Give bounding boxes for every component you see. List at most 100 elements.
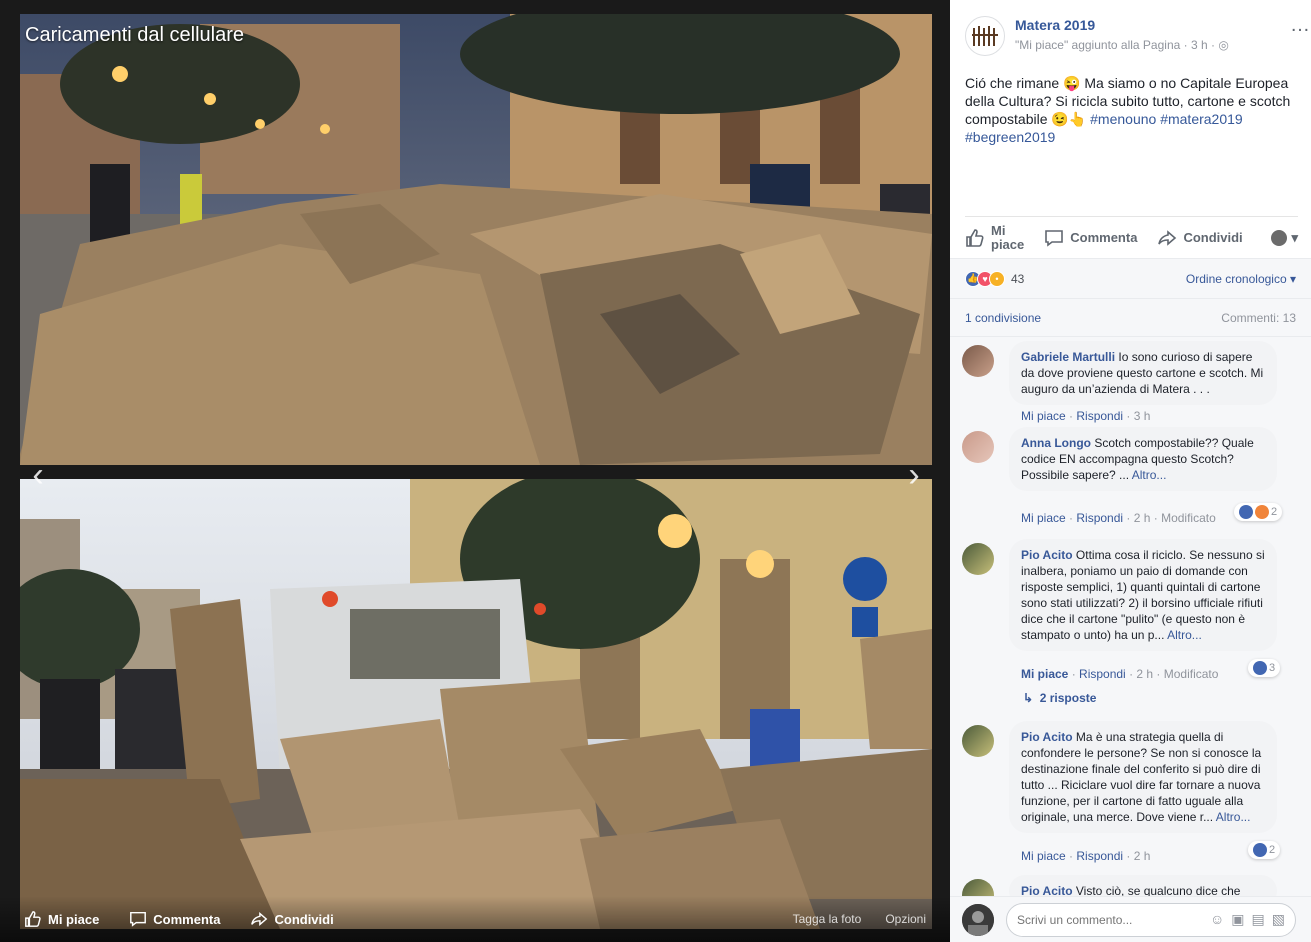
comment-author[interactable]: Pio Acito <box>1021 884 1073 896</box>
photo-like-button[interactable]: Mi piace <box>24 910 99 928</box>
comment-time: · 3 h <box>1123 409 1151 423</box>
comment-input-box[interactable]: ☺ ▣ ▤ ▧ <box>1006 902 1296 937</box>
post-header: Matera 2019 "Mi piace" aggiunto alla Pag… <box>965 14 1310 64</box>
options-link[interactable]: Opzioni <box>885 912 926 926</box>
post-comment-button[interactable]: Commenta <box>1044 228 1137 248</box>
comment-actions: Mi piace · Rispondi · 2 h <box>1021 849 1151 863</box>
photo-garbage-truck[interactable] <box>20 479 932 929</box>
comment-actions: Mi piace · Rispondi · 3 h <box>1021 409 1151 423</box>
reply-arrow-icon: ↳ <box>1023 691 1034 705</box>
camera-icon[interactable]: ▣ <box>1231 911 1244 928</box>
comment-like-link[interactable]: Mi piace <box>1021 409 1066 423</box>
previous-photo-arrow-icon[interactable]: ‹ <box>18 450 58 500</box>
comment-composer: ☺ ▣ ▤ ▧ <box>950 896 1311 942</box>
comment-actions: Mi piace · Rispondi · 2 h · Modificato <box>1021 667 1219 681</box>
page-avatar[interactable] <box>965 16 1005 56</box>
post-like-label: Mi piace <box>991 222 1025 252</box>
page-name[interactable]: Matera 2019 <box>1015 17 1095 33</box>
comment-reply-link[interactable]: Rispondi <box>1076 849 1123 863</box>
comments-count: Commenti: 13 <box>1221 310 1296 325</box>
comment-like-link[interactable]: Mi piace <box>1021 667 1068 681</box>
like-reaction-icon <box>1253 843 1267 857</box>
comment-order-dropdown[interactable]: Ordine cronologico ▾ <box>1186 272 1296 286</box>
comment-author[interactable]: Gabriele Martulli <box>1021 350 1115 364</box>
see-more-link[interactable]: Altro... <box>1167 628 1202 642</box>
post-share-button[interactable]: Condividi <box>1157 228 1243 248</box>
comment-actions: Mi piace · Rispondi · 2 h · Modificato <box>1021 511 1216 525</box>
comment-time: · 2 h · <box>1123 511 1162 525</box>
comment-bubble: Pio Acito Ma è una strategia quella di c… <box>1009 721 1277 833</box>
view-replies-link[interactable]: ↳ 2 risposte <box>1023 691 1096 705</box>
comment-reply-link[interactable]: Rispondi <box>1076 409 1123 423</box>
thumbs-up-icon <box>966 228 984 247</box>
post-like-label-line1: Mi <box>991 222 1006 238</box>
post-comment-label: Commenta <box>1070 230 1138 245</box>
reactions-count[interactable]: 43 <box>1011 272 1024 286</box>
post-like-label-line2: piace <box>991 236 1025 252</box>
photo-action-bar: Mi piace Commenta Condividi Tagga la fot… <box>0 896 950 942</box>
photo-like-label: Mi piace <box>48 911 100 927</box>
comment-like-link[interactable]: Mi piace <box>1021 849 1066 863</box>
mini-avatar <box>1271 229 1288 246</box>
album-title: Caricamenti dal cellulare <box>25 24 244 46</box>
emoji-icon[interactable]: ☺ <box>1210 911 1224 928</box>
share-bar: 1 condivisione Commenti: 13 <box>950 298 1311 336</box>
comment-bubble: Pio Acito Visto ciò, se qualcuno dice ch… <box>1009 875 1277 896</box>
profile-photo <box>962 903 994 936</box>
post-text: Ció che rimane 😜 Ma siamo o no Capitale … <box>965 74 1300 146</box>
photo-image <box>20 479 932 929</box>
commenter-avatar[interactable] <box>962 879 994 896</box>
shares-count-link[interactable]: 1 condivisione <box>965 311 1041 325</box>
comment-reply-link[interactable]: Rispondi <box>1076 511 1123 525</box>
share-icon <box>251 912 268 926</box>
commenter-avatar[interactable] <box>962 543 994 575</box>
sticker-icon[interactable]: ▧ <box>1272 911 1285 928</box>
photo-share-button[interactable]: Condividi <box>250 910 334 928</box>
next-photo-arrow-icon[interactable]: › <box>894 450 934 500</box>
photo-viewer: Caricamenti dal cellulare ‹ › Mi piace C… <box>0 0 950 942</box>
see-more-link[interactable]: Altro... <box>1132 468 1167 482</box>
identity-selector[interactable]: ▾ <box>1271 229 1298 246</box>
comment-reply-link[interactable]: Rispondi <box>1079 667 1126 681</box>
comment-text: Visto ciò, se qualcuno dice che <box>1072 884 1241 896</box>
comment-bubble: Anna Longo Scotch compostabile?? Quale c… <box>1009 427 1277 491</box>
post-meta-text: "Mi piace" aggiunto alla Pagina · 3 h · <box>1015 38 1219 52</box>
comment-like-link[interactable]: Mi piace <box>1021 511 1066 525</box>
photo-options-group: Tagga la foto Opzioni <box>793 912 926 926</box>
gif-icon[interactable]: ▤ <box>1252 911 1265 928</box>
more-options-icon[interactable]: … <box>1290 14 1311 37</box>
comment-text: Ottima cosa il riciclo. Se nessuno si in… <box>1021 548 1265 642</box>
comment-edited: Modificato <box>1161 511 1216 525</box>
comment-author[interactable]: Pio Acito <box>1021 548 1073 562</box>
comment-edited: Modificato <box>1163 667 1219 681</box>
comment-reactions[interactable]: 2 <box>1234 503 1283 521</box>
commenter-avatar[interactable] <box>962 431 994 463</box>
photo-share-label: Condividi <box>274 911 334 927</box>
post-panel: Matera 2019 "Mi piace" aggiunto alla Pag… <box>950 0 1311 942</box>
my-avatar <box>962 903 994 936</box>
comment-author[interactable]: Pio Acito <box>1021 730 1073 744</box>
commenter-avatar[interactable] <box>962 345 994 377</box>
comment-author[interactable]: Anna Longo <box>1021 436 1091 450</box>
replies-count: 2 risposte <box>1039 691 1097 705</box>
comment-input[interactable] <box>1017 912 1210 927</box>
reaction-icons[interactable]: 👍 ♥ • <box>965 270 1005 287</box>
tag-photo-link[interactable]: Tagga la foto <box>793 912 862 926</box>
comment-reactions[interactable]: 3 <box>1248 659 1281 677</box>
like-reaction-icon <box>1239 505 1253 519</box>
comment-reactions[interactable]: 2 <box>1248 841 1281 859</box>
post-like-button[interactable]: Mi piace <box>965 222 1025 252</box>
photo-comment-label: Commenta <box>153 911 221 927</box>
comment-reaction-count: 2 <box>1271 506 1278 518</box>
photo-comment-button[interactable]: Commenta <box>129 910 220 928</box>
see-more-link[interactable]: Altro... <box>1216 810 1251 824</box>
comment-reaction-count: 3 <box>1269 662 1276 674</box>
commenter-avatar[interactable] <box>962 725 994 757</box>
comment-time: · 2 h <box>1123 849 1151 863</box>
share-icon <box>1158 229 1177 246</box>
caret-down-icon: ▾ <box>1291 229 1298 245</box>
post-share-label: Condividi <box>1183 230 1243 245</box>
thumbs-up-icon <box>25 911 41 927</box>
composer-icons: ☺ ▣ ▤ ▧ <box>1210 911 1285 928</box>
photo-cardboard-street[interactable] <box>20 14 932 465</box>
